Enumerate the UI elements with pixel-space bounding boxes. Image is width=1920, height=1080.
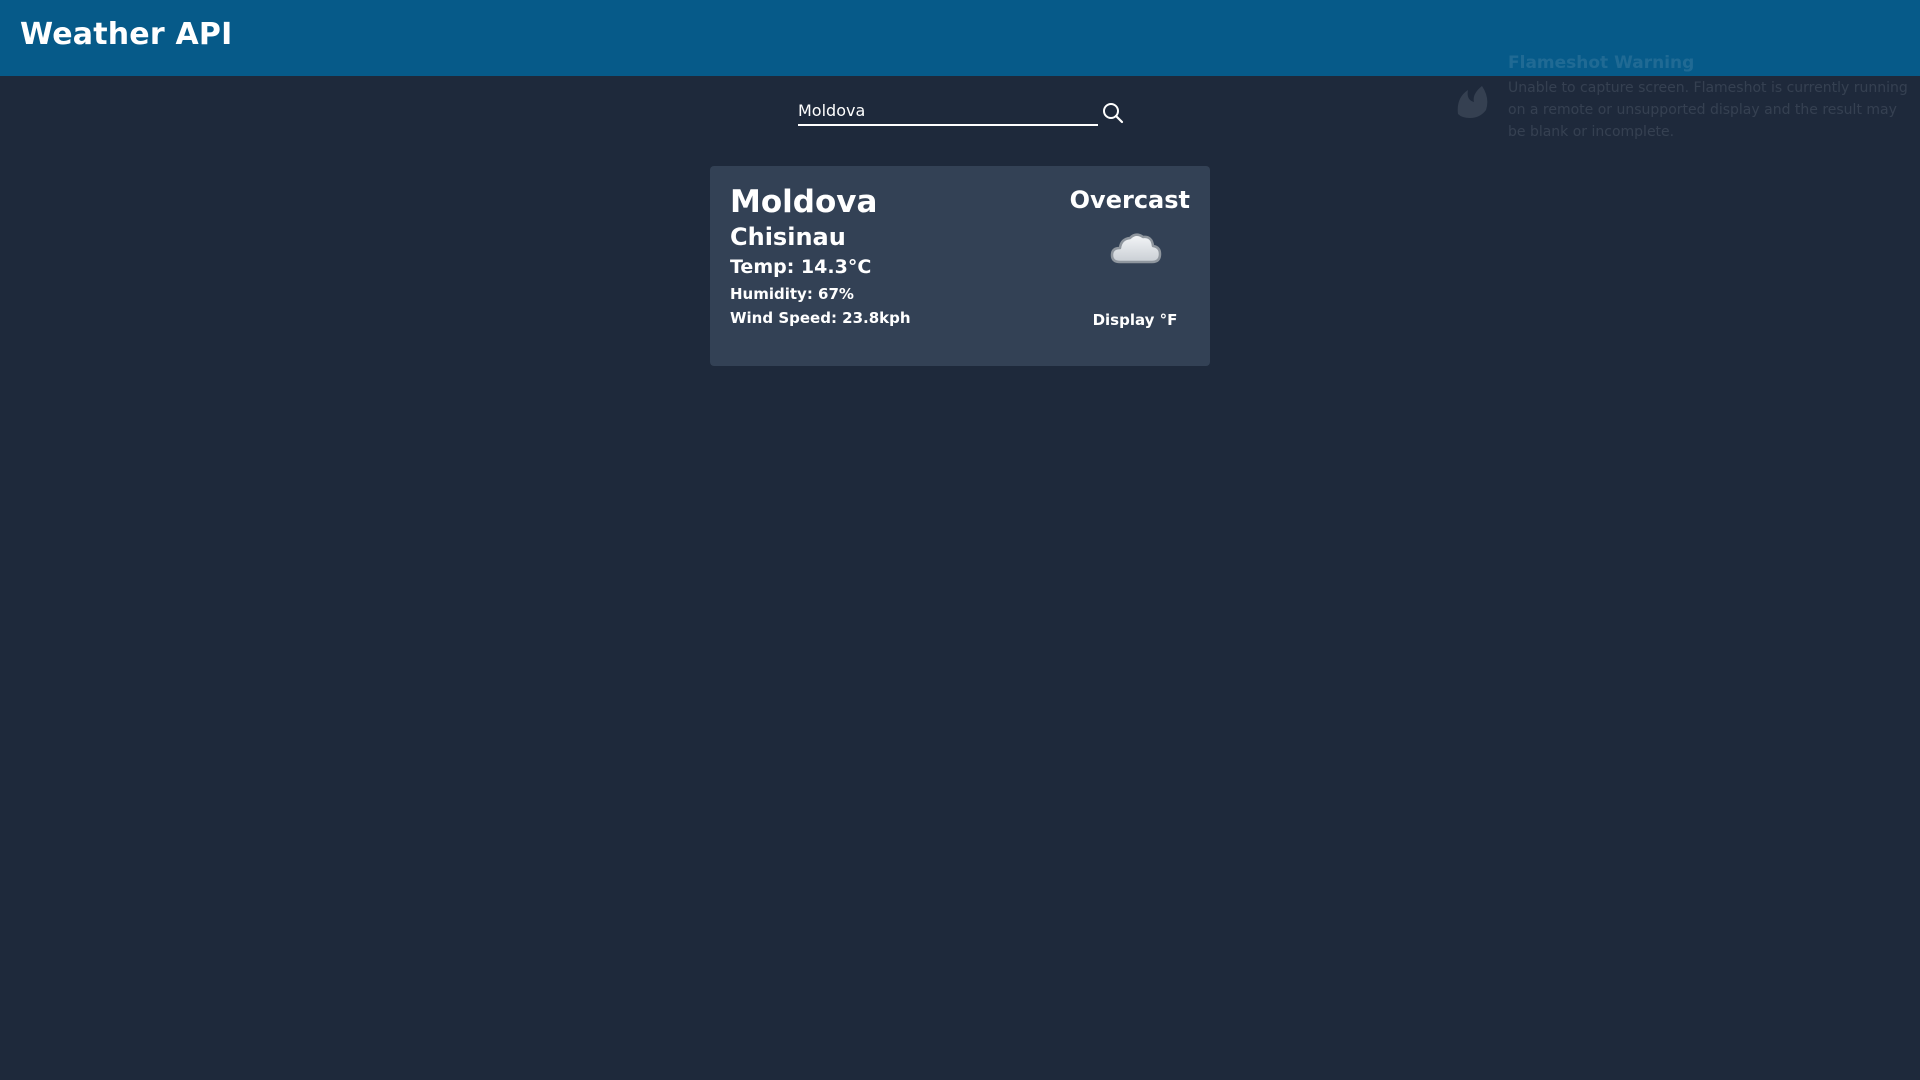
search-input[interactable] [798,99,1098,126]
search-icon [1103,103,1124,124]
cloud-icon [1110,233,1162,264]
app-title: Weather API [20,17,233,52]
search-button[interactable] [1098,99,1128,127]
wind-speed: Wind Speed: 23.8kph [730,309,911,327]
unit-toggle-button[interactable]: Display °F [1090,306,1180,334]
country-name: Moldova [730,184,878,220]
notification-title: Flameshot Warning [1508,53,1695,73]
city-name: Chisinau [730,223,846,251]
notification-text: Unable to capture screen. Flameshot is c… [1508,80,1908,140]
flameshot-notification: Flameshot Warning Unable to capture scre… [1452,50,1912,146]
humidity: Humidity: 67% [730,285,854,303]
weather-card: Moldova Chisinau Temp: 14.3°C Humidity: … [710,166,1210,366]
temperature: Temp: 14.3°C [730,256,872,278]
search-bar [798,99,1124,129]
flameshot-logo-icon [1457,86,1488,118]
weather-condition: Overcast [1069,186,1190,214]
